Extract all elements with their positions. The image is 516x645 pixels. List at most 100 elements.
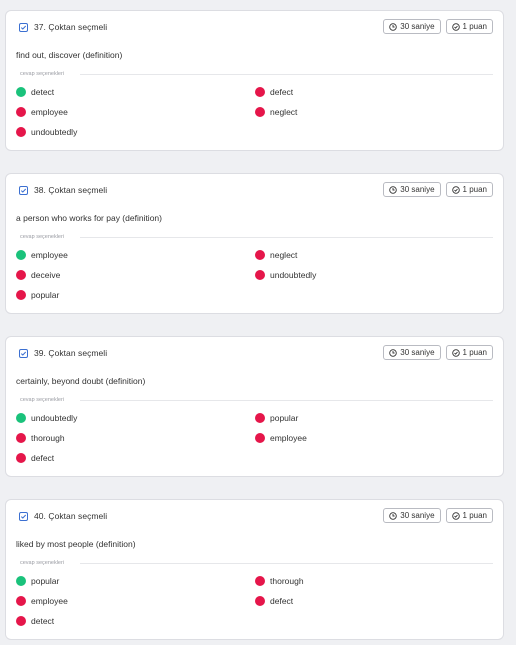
- answer-option: defect: [255, 87, 494, 97]
- divider: [80, 74, 493, 75]
- incorrect-dot-icon: [255, 576, 265, 586]
- question-card: 37. Çoktan seçmeli 30 saniye 1 puan find…: [5, 10, 504, 151]
- question-text: find out, discover (definition): [16, 50, 123, 60]
- question-title: 39. Çoktan seçmeli: [34, 348, 108, 358]
- answer-option: detect: [16, 87, 255, 97]
- incorrect-dot-icon: [255, 270, 265, 280]
- question-header: 39. Çoktan seçmeli: [18, 348, 107, 358]
- answer-option-label: employee: [31, 250, 68, 260]
- options-label: cevap seçenekleri: [20, 234, 65, 240]
- answer-option: popular: [16, 576, 255, 586]
- incorrect-dot-icon: [255, 413, 265, 423]
- divider: [80, 237, 493, 238]
- answer-options: undoubtedly popular thorough employee de…: [16, 413, 496, 463]
- answer-option-label: neglect: [270, 250, 298, 260]
- answer-option-label: undoubtedly: [31, 413, 78, 423]
- clock-icon: [389, 348, 398, 357]
- incorrect-dot-icon: [16, 596, 26, 606]
- correct-dot-icon: [16, 576, 26, 586]
- points-label: 1 puan: [462, 185, 487, 194]
- question-text: a person who works for pay (definition): [16, 213, 162, 223]
- answer-option: employee: [16, 596, 255, 606]
- points-badge: 1 puan: [445, 345, 493, 360]
- incorrect-dot-icon: [16, 270, 26, 280]
- answer-option: thorough: [255, 576, 494, 586]
- answer-option-label: thorough: [31, 433, 65, 443]
- answer-option-label: employee: [31, 107, 68, 117]
- question-text: liked by most people (definition): [16, 539, 136, 549]
- incorrect-dot-icon: [16, 107, 26, 117]
- question-card: 39. Çoktan seçmeli 30 saniye 1 puan cert…: [5, 336, 504, 477]
- question-title: 38. Çoktan seçmeli: [34, 185, 108, 195]
- time-label: 30 saniye: [400, 22, 435, 31]
- answer-option: neglect: [255, 107, 494, 117]
- question-meta: 30 saniye 1 puan: [383, 19, 493, 34]
- incorrect-dot-icon: [16, 453, 26, 463]
- question-title: 40. Çoktan seçmeli: [34, 511, 108, 521]
- incorrect-dot-icon: [255, 596, 265, 606]
- time-label: 30 saniye: [400, 511, 435, 520]
- options-label: cevap seçenekleri: [20, 560, 65, 566]
- points-label: 1 puan: [462, 348, 487, 357]
- question-header: 37. Çoktan seçmeli: [18, 22, 107, 32]
- options-label: cevap seçenekleri: [20, 397, 65, 403]
- clock-icon: [389, 185, 398, 194]
- answer-option-label: popular: [270, 413, 299, 423]
- divider: [80, 563, 493, 564]
- answer-option-label: defect: [31, 453, 55, 463]
- check-circle-icon: [451, 185, 460, 194]
- incorrect-dot-icon: [255, 250, 265, 260]
- clock-icon: [389, 511, 398, 520]
- answer-option: undoubtedly: [255, 270, 494, 280]
- answer-option: popular: [16, 290, 255, 300]
- answer-option: undoubtedly: [16, 413, 255, 423]
- answer-option-label: defect: [270, 596, 294, 606]
- checkbox-icon: [18, 348, 28, 358]
- incorrect-dot-icon: [255, 107, 265, 117]
- correct-dot-icon: [16, 250, 26, 260]
- question-card: 38. Çoktan seçmeli 30 saniye 1 puan a pe…: [5, 173, 504, 314]
- points-label: 1 puan: [462, 22, 487, 31]
- answer-option-label: neglect: [270, 107, 298, 117]
- answer-option: employee: [16, 250, 255, 260]
- checkbox-icon: [18, 185, 28, 195]
- question-header: 40. Çoktan seçmeli: [18, 511, 107, 521]
- answer-option: employee: [16, 107, 255, 117]
- answer-option-label: thorough: [270, 576, 304, 586]
- answer-option-label: popular: [31, 576, 60, 586]
- correct-dot-icon: [16, 413, 26, 423]
- answer-option: popular: [255, 413, 494, 423]
- answer-option: deceive: [16, 270, 255, 280]
- answer-option: undoubtedly: [16, 127, 255, 137]
- answer-option-label: detect: [31, 616, 55, 626]
- question-meta: 30 saniye 1 puan: [383, 345, 493, 360]
- points-badge: 1 puan: [445, 19, 493, 34]
- answer-option-label: popular: [31, 290, 60, 300]
- points-badge: 1 puan: [445, 508, 493, 523]
- divider: [80, 400, 493, 401]
- question-title: 37. Çoktan seçmeli: [34, 22, 108, 32]
- time-label: 30 saniye: [400, 348, 435, 357]
- answer-option: thorough: [16, 433, 255, 443]
- answer-option-label: defect: [270, 87, 294, 97]
- answer-option: defect: [16, 453, 255, 463]
- check-circle-icon: [451, 22, 460, 31]
- answer-options: detect defect employee neglect undoubted…: [16, 87, 496, 137]
- question-meta: 30 saniye 1 puan: [383, 182, 493, 197]
- checkbox-icon: [18, 511, 28, 521]
- correct-dot-icon: [16, 87, 26, 97]
- check-circle-icon: [451, 348, 460, 357]
- options-label: cevap seçenekleri: [20, 71, 65, 77]
- answer-options: employee neglect deceive undoubtedly pop…: [16, 250, 496, 300]
- answer-option: employee: [255, 433, 494, 443]
- answer-option: detect: [16, 616, 255, 626]
- incorrect-dot-icon: [255, 433, 265, 443]
- question-header: 38. Çoktan seçmeli: [18, 185, 107, 195]
- question-text: certainly, beyond doubt (definition): [16, 376, 146, 386]
- points-label: 1 puan: [462, 511, 487, 520]
- question-card: 40. Çoktan seçmeli 30 saniye 1 puan like…: [5, 499, 504, 640]
- time-badge: 30 saniye: [383, 19, 441, 34]
- time-badge: 30 saniye: [383, 345, 441, 360]
- checkbox-icon: [18, 22, 28, 32]
- time-badge: 30 saniye: [383, 508, 441, 523]
